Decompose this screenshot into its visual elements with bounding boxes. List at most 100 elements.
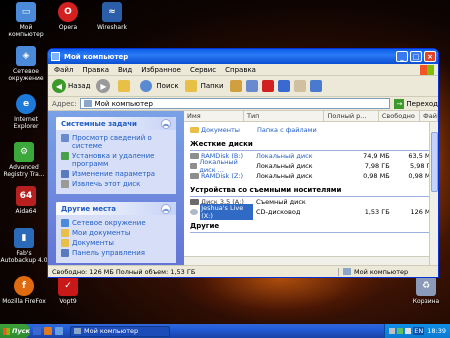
other-places-header[interactable]: Другие места ︽ — [56, 202, 176, 215]
task-view-system-info[interactable]: Просмотр сведений о системе — [61, 134, 171, 150]
maximize-button[interactable]: □ — [410, 51, 422, 62]
drive-row-local-disk[interactable]: Локальный диск ... Локальный диск 7,98 Г… — [184, 158, 438, 174]
address-input[interactable]: Мой компьютер — [79, 98, 391, 109]
group-hard-disks: Жесткие диски — [190, 140, 432, 151]
vertical-scrollbar[interactable] — [429, 122, 438, 265]
menu-view[interactable]: Вид — [118, 66, 132, 74]
desktop-icon-aida64[interactable]: 64 Aida64 — [2, 186, 50, 215]
volume-icon[interactable] — [405, 328, 412, 334]
language-indicator[interactable]: EN — [413, 327, 425, 335]
hard-disk-icon — [190, 173, 199, 179]
collapse-chevron-icon[interactable]: ︽ — [161, 118, 171, 129]
tray-icon[interactable] — [397, 328, 404, 334]
address-bar: Адрес: Мой компьютер → Переход — [48, 97, 438, 111]
desktop-icon-network[interactable]: ◈ Сетевое окружение — [2, 46, 50, 82]
window-title: Мой компьютер — [64, 52, 129, 61]
place-control-panel[interactable]: Панель управления — [61, 249, 171, 257]
menu-file[interactable]: Файл — [54, 66, 73, 74]
column-free-space[interactable]: Свободно — [379, 111, 421, 121]
desktop-icon-internet-explorer[interactable]: e Internet Explorer — [2, 94, 50, 130]
start-button[interactable]: Пуск — [0, 324, 30, 338]
desktop-icon-vopt9[interactable]: ✓ Vopt9 — [44, 276, 92, 305]
taskbar-item-my-computer[interactable]: Мой компьютер — [70, 325, 170, 337]
desktop-icon-firefox[interactable]: f Mozilla FireFox — [0, 276, 48, 305]
vopt-icon: ✓ — [58, 276, 78, 296]
task-change-setting[interactable]: Изменение параметра — [61, 170, 171, 178]
show-desktop-icon[interactable] — [33, 327, 41, 335]
place-documents[interactable]: Документы — [61, 239, 171, 247]
quick-launch — [33, 327, 66, 335]
autobackup-icon: ▮ — [14, 228, 34, 248]
column-name[interactable]: Имя — [184, 111, 244, 121]
desktop-icon-autobackup[interactable]: ▮ Fab's Autobackup 4.0 — [0, 228, 48, 264]
desktop-icon-advanced-registry[interactable]: ⚙ Advanced Registry Tra... — [0, 142, 48, 178]
desktop-icon-recycle-bin[interactable]: ♻ Корзина — [402, 276, 450, 305]
go-button[interactable]: → Переход — [394, 98, 438, 109]
group-removable: Устройства со съемными носителями — [190, 186, 432, 197]
folder-up-icon — [118, 80, 131, 92]
status-location: Мой компьютер — [338, 267, 438, 276]
minimize-button[interactable]: _ — [396, 51, 408, 62]
collapse-chevron-icon[interactable]: ︽ — [161, 203, 171, 214]
folders-button[interactable]: Папки — [184, 80, 224, 92]
forward-button[interactable]: ▶ — [96, 79, 112, 93]
list-item-documents[interactable]: Документы Папка с файлами — [184, 125, 438, 135]
place-network[interactable]: Сетевое окружение — [61, 219, 171, 227]
clock: 18:39 — [427, 327, 446, 335]
desktop-icon-opera[interactable]: O Opera — [44, 2, 92, 31]
recycle-bin-icon: ♻ — [416, 276, 436, 296]
properties-icon[interactable] — [293, 80, 306, 92]
window-body: Системные задачи ︽ Просмотр сведений о с… — [48, 111, 438, 265]
column-filesystem[interactable]: Фай — [420, 111, 438, 121]
menu-edit[interactable]: Правка — [82, 66, 109, 74]
up-button[interactable] — [118, 80, 134, 92]
system-tasks-header[interactable]: Системные задачи ︽ — [56, 117, 176, 130]
folder-icon — [61, 229, 69, 237]
column-type[interactable]: Тип — [244, 111, 325, 121]
delete-icon[interactable] — [261, 80, 274, 92]
computer-icon: ▭ — [16, 2, 36, 22]
horizontal-scrollbar[interactable] — [184, 256, 429, 265]
explorer-window: Мой компьютер _ □ × Файл Правка Вид Избр… — [47, 48, 439, 278]
eject-icon — [61, 180, 69, 188]
other-places-panel: Другие места ︽ Сетевое окружение Мои док… — [56, 202, 176, 263]
title-bar[interactable]: Мой компьютер _ □ × — [48, 49, 438, 64]
menu-help[interactable]: Справка — [225, 66, 256, 74]
column-total-size[interactable]: Полный р... — [324, 111, 379, 121]
copy-to-icon[interactable] — [245, 80, 258, 92]
my-computer-small-icon — [343, 268, 351, 275]
network-icon: ◈ — [16, 46, 36, 66]
undo-icon[interactable] — [277, 80, 290, 92]
drive-row-cd-x[interactable]: Jeshua's Live (X:) CD-дисковод 1,53 ГБ 1… — [184, 204, 438, 220]
quicklaunch-explorer-icon[interactable] — [55, 327, 63, 335]
move-to-icon[interactable] — [229, 80, 242, 92]
group-other: Другие — [190, 222, 432, 233]
my-computer-small-icon — [74, 328, 81, 334]
windows-flag-icon — [3, 327, 10, 335]
desktop-icon-my-computer[interactable]: ▭ Мой компьютер — [2, 2, 50, 38]
menu-favorites[interactable]: Избранное — [141, 66, 181, 74]
hard-disk-icon — [190, 163, 198, 169]
scroll-thumb[interactable] — [431, 132, 438, 192]
my-computer-small-icon — [83, 100, 92, 107]
views-icon[interactable] — [309, 80, 322, 92]
registry-tracer-icon: ⚙ — [14, 142, 34, 162]
close-button[interactable]: × — [424, 51, 436, 62]
programs-icon — [61, 152, 69, 160]
search-button[interactable]: Поиск — [140, 80, 179, 92]
opera-icon: O — [58, 2, 78, 22]
back-button[interactable]: ◀ Назад — [52, 79, 90, 93]
control-panel-icon — [61, 249, 69, 257]
toolbar: ◀ Назад ▶ Поиск Папки — [48, 76, 438, 97]
place-my-documents[interactable]: Мои документы — [61, 229, 171, 237]
desktop-icon-wireshark[interactable]: ≈ Wireshark — [88, 2, 136, 31]
menu-tools[interactable]: Сервис — [190, 66, 216, 74]
tray-icon[interactable] — [389, 328, 396, 334]
task-eject-disk[interactable]: Извлечь этот диск — [61, 180, 171, 188]
task-add-remove-programs[interactable]: Установка и удаление программ — [61, 152, 171, 168]
drive-row-ramdisk-z[interactable]: RAMDisk (Z:) Локальный диск 0,98 МБ 0,98… — [184, 171, 438, 181]
quicklaunch-app-icon[interactable] — [44, 327, 52, 335]
task-pane: Системные задачи ︽ Просмотр сведений о с… — [48, 111, 184, 265]
file-list-pane: Имя Тип Полный р... Свободно Фай Докумен… — [184, 111, 438, 265]
system-tray: EN 18:39 — [384, 324, 450, 338]
